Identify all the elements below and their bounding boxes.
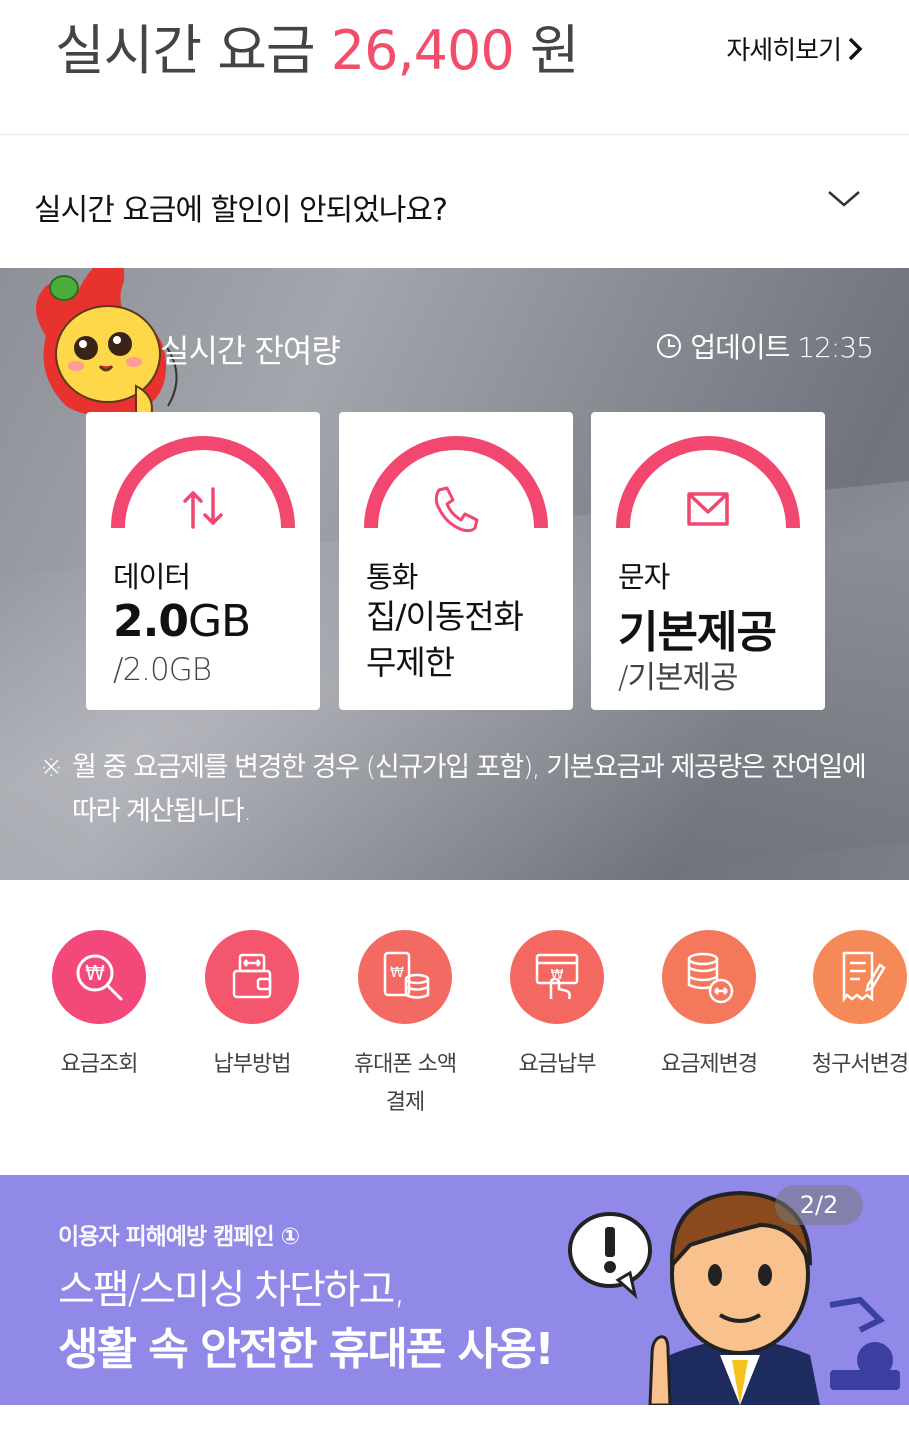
banner-line-1: 스팸/스미싱 차단하고, [58, 1267, 406, 1313]
data-value: 2.0GB [113, 596, 251, 647]
call-type: 집/이동전화 [366, 597, 524, 636]
plan-change-circle [662, 930, 756, 1024]
data-total: /2.0GB [113, 652, 212, 688]
data-arrows-icon [183, 487, 223, 529]
banner-subtitle: 이용자 피해예방 캠페인 ① [58, 1224, 300, 1250]
micropayment-label: 휴대폰 소액 결제 [330, 1046, 480, 1122]
clock-icon [657, 334, 682, 358]
wallet-icon [232, 953, 272, 999]
svg-text:₩: ₩ [390, 965, 404, 981]
notice-mark: ※ [40, 752, 63, 783]
micropayment-circle: ₩ [358, 930, 452, 1024]
remaining-usage-title: 실시간 잔여량 [160, 332, 341, 370]
call-label: 통화 [366, 560, 418, 594]
bill-change-circle [813, 930, 907, 1024]
chevron-right-icon [848, 37, 863, 60]
data-value-unit: GB [187, 596, 251, 647]
svg-text:₩: ₩ [85, 961, 105, 985]
plan-change-label: 요금제변경 [660, 1052, 758, 1077]
data-gauge [111, 436, 295, 529]
menu-item-payment-method[interactable]: 납부방법 [177, 930, 327, 1084]
data-value-number: 2.0 [113, 596, 189, 647]
discount-question-text: 실시간 요금에 할인이 안되었나요? [34, 193, 448, 228]
database-exchange-icon [687, 952, 734, 1004]
call-value: 집/이동전화 무제한 [366, 594, 524, 686]
view-details-link[interactable]: 자세히보기 [726, 30, 863, 67]
realtime-fee-title: 실시간 요금 26,400 원 [55, 6, 580, 85]
menu-item-bill-change[interactable]: 청구서변경 [785, 930, 909, 1084]
fee-payment-label: 요금납부 [518, 1052, 597, 1077]
quick-menu: ₩ 요금조회 납부방법 ₩ 휴대폰 소액 결제 ₩ 요금납부 요금제변경 청구서… [0, 880, 909, 1174]
sms-total: /기본제공 [618, 660, 739, 696]
realtime-fee-label: 실시간 요금 [55, 19, 316, 82]
sms-remaining-card[interactable]: 문자 기본제공 /기본제공 [591, 412, 825, 710]
call-limit: 무제한 [366, 643, 455, 682]
currency-label: 원 [529, 19, 580, 82]
payment-method-label: 납부방법 [213, 1052, 292, 1077]
fee-payment-circle: ₩ [510, 930, 604, 1024]
view-details-label: 자세히보기 [726, 36, 842, 66]
banner-pager[interactable]: 2/2 [775, 1185, 863, 1225]
fee-inquiry-label: 요금조회 [60, 1052, 139, 1077]
bill-edit-icon [842, 951, 886, 1003]
sms-label: 문자 [618, 560, 670, 594]
bill-change-label: 청구서변경 [811, 1052, 909, 1077]
phone-coins-icon: ₩ [383, 951, 430, 999]
discount-question-row[interactable]: 실시간 요금에 할인이 안되었나요? [0, 134, 909, 268]
won-search-icon: ₩ [76, 954, 123, 1001]
menu-item-micropayment[interactable]: ₩ 휴대폰 소액 결제 [330, 930, 480, 1122]
update-time-label: 업데이트 12:35 [690, 331, 874, 364]
menu-item-fee-payment[interactable]: ₩ 요금납부 [482, 930, 632, 1084]
notice-line-2: 따라 계산됩니다. [72, 796, 252, 827]
notice-line-1: 월 중 요금제를 변경한 경우 (신규가입 포함), 기본요금과 제공량은 잔여… [72, 752, 867, 783]
menu-item-plan-change[interactable]: 요금제변경 [634, 930, 784, 1084]
phone-icon [434, 486, 479, 533]
menu-item-fee-inquiry[interactable]: ₩ 요금조회 [24, 930, 174, 1084]
proration-notice: ※ 월 중 요금제를 변경한 경우 (신규가입 포함), 기본요금과 제공량은 잔… [40, 746, 870, 834]
realtime-fee-amount: 26,400 [330, 19, 515, 82]
update-time: 업데이트 12:35 [656, 326, 874, 366]
data-label: 데이터 [113, 560, 191, 594]
banner-line-2: 생활 속 안전한 휴대폰 사용! [58, 1324, 555, 1375]
micropayment-label-line1: 휴대폰 소액 [353, 1052, 457, 1077]
sms-gauge [616, 436, 800, 529]
pay-hand-icon: ₩ [535, 953, 579, 1000]
micropayment-label-line2: 결제 [385, 1090, 425, 1115]
fee-inquiry-circle: ₩ [52, 930, 146, 1024]
chevron-down-icon[interactable] [827, 189, 861, 209]
remaining-usage-section: 실시간 잔여량 업데이트 12:35 데이터 2.0GB /2.0GB 통화 집… [0, 268, 909, 880]
sms-value: 기본제공 [618, 607, 777, 658]
campaign-banner[interactable]: 이용자 피해예방 캠페인 ① 스팸/스미싱 차단하고, 생활 속 안전한 휴대폰… [0, 1175, 909, 1405]
payment-method-circle [205, 930, 299, 1024]
data-remaining-card[interactable]: 데이터 2.0GB /2.0GB [86, 412, 320, 710]
header: 실시간 요금 26,400 원 자세히보기 [0, 0, 909, 132]
mail-icon [687, 492, 729, 526]
call-remaining-card[interactable]: 통화 집/이동전화 무제한 [339, 412, 573, 710]
call-gauge [364, 436, 548, 533]
